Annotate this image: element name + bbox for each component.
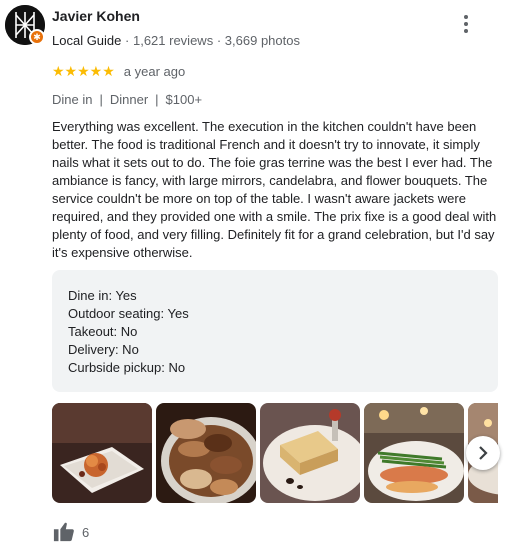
meta-separator: · xyxy=(216,33,222,48)
attribute-dine-in: Dine in: Yes xyxy=(68,288,137,303)
star-rating: ★★★★★ xyxy=(52,62,115,79)
thumbs-up-icon[interactable] xyxy=(52,520,76,544)
photo-fish-with-asparagus[interactable] xyxy=(364,403,464,503)
review-time: a year ago xyxy=(123,63,186,79)
attribute-delivery: Delivery: No xyxy=(68,342,139,357)
photo-strip xyxy=(52,403,498,503)
tag-separator: | xyxy=(155,92,159,107)
tag-separator: | xyxy=(99,92,103,107)
reviewer-name[interactable]: Javier Kohen xyxy=(52,8,140,24)
more-options-icon[interactable] xyxy=(456,12,476,36)
review-header: ✱ Javier Kohen Local Guide · 1,621 revie… xyxy=(0,0,506,56)
chevron-right-icon xyxy=(479,446,488,460)
review-count: 1,621 reviews xyxy=(132,33,214,48)
photo-plated-appetizer[interactable] xyxy=(52,403,152,503)
reviewer-meta[interactable]: Local Guide · 1,621 reviews · 3,669 phot… xyxy=(52,33,300,48)
attribute-takeout: Takeout: No xyxy=(68,324,138,339)
tag-meal: Dinner xyxy=(109,92,149,107)
local-guide-label: Local Guide xyxy=(52,33,122,48)
rating-row: ★★★★★ a year ago xyxy=(52,62,185,80)
local-guide-star-icon: ✱ xyxy=(29,29,45,45)
like-count: 6 xyxy=(82,524,90,540)
like-row: 6 xyxy=(52,520,89,544)
next-photos-button[interactable] xyxy=(466,436,500,470)
visit-tags: Dine in | Dinner | $100+ xyxy=(52,92,202,107)
attribute-curbside-pickup: Curbside pickup: No xyxy=(68,360,186,375)
tag-price: $100+ xyxy=(165,92,203,107)
tag-service: Dine in xyxy=(52,92,93,107)
photo-pastry-plate[interactable] xyxy=(156,403,256,503)
review-text: Everything was excellent. The execution … xyxy=(52,119,497,260)
attributes-box: Dine in: Yes Outdoor seating: Yes Takeou… xyxy=(52,270,498,392)
meta-separator: · xyxy=(125,33,130,48)
photo-count: 3,669 photos xyxy=(224,33,300,48)
photo-foie-gras-terrine[interactable] xyxy=(260,403,360,503)
attribute-outdoor-seating: Outdoor seating: Yes xyxy=(68,306,189,321)
